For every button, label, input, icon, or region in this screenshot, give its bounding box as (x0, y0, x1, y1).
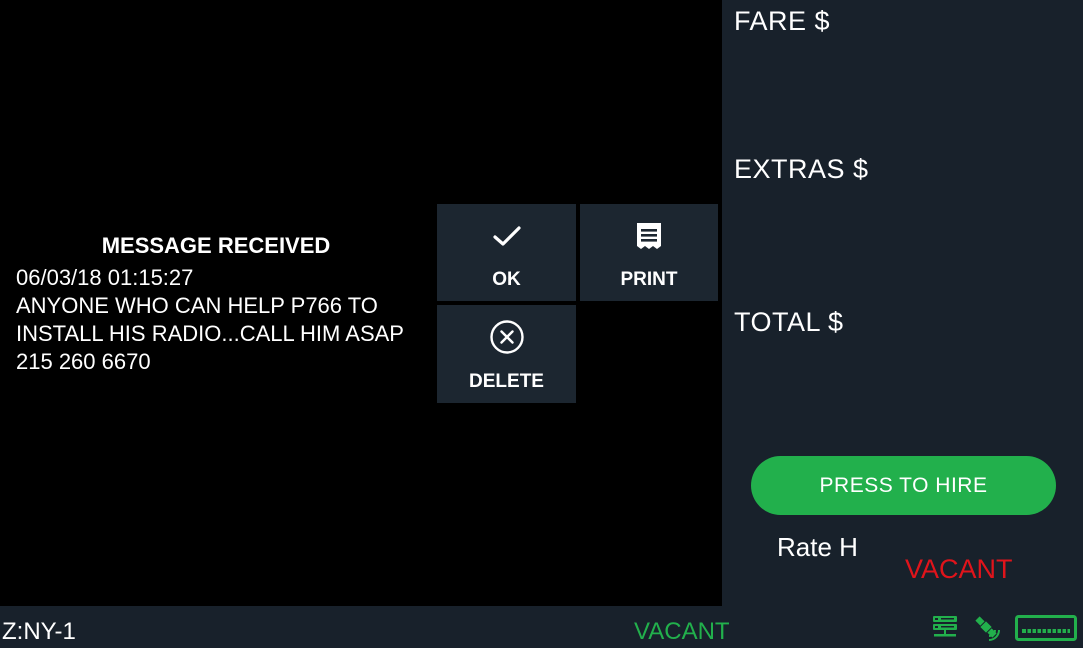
message-body-line: INSTALL HIS RADIO...CALL HIM ASAP (16, 321, 404, 346)
message-body-line: 215 260 6670 (16, 349, 151, 374)
message-title: MESSAGE RECEIVED (101, 233, 331, 258)
press-to-hire-button[interactable]: PRESS TO HIRE (751, 456, 1056, 515)
ok-label: OK (492, 269, 521, 290)
total-label: TOTAL $ (734, 307, 844, 337)
print-button[interactable]: PRINT (580, 204, 718, 301)
satellite-icon (971, 614, 1001, 647)
message-timestamp: 06/03/18 01:15:27 (16, 265, 194, 290)
delete-button[interactable]: DELETE (437, 305, 576, 403)
vacant-status-indicator: VACANT (634, 618, 730, 645)
taxi-meter-screen: MESSAGE RECEIVED 06/03/18 01:15:27 ANYON… (0, 0, 1083, 648)
receipt-icon (580, 220, 718, 252)
checkmark-icon (437, 220, 576, 252)
status-bar: Z:NY-1 VACANT (0, 606, 1083, 648)
fare-label: FARE $ (734, 6, 831, 36)
zone-indicator: Z:NY-1 (2, 618, 76, 645)
delete-label: DELETE (469, 371, 544, 392)
ok-button[interactable]: OK (437, 204, 576, 301)
fare-panel: FARE $ EXTRAS $ TOTAL $ PRESS TO HIRE Ra… (722, 0, 1083, 606)
vacant-status-text: VACANT (905, 554, 1013, 584)
message-area: MESSAGE RECEIVED 06/03/18 01:15:27 ANYON… (0, 0, 722, 606)
message-body-line: ANYONE WHO CAN HELP P766 TO (16, 293, 378, 318)
circle-x-icon (437, 320, 576, 354)
print-label: PRINT (620, 269, 678, 290)
extras-label: EXTRAS $ (734, 154, 869, 184)
meter-display-icon (1015, 615, 1077, 646)
rate-indicator: Rate H (777, 532, 858, 562)
server-icon (932, 614, 958, 645)
